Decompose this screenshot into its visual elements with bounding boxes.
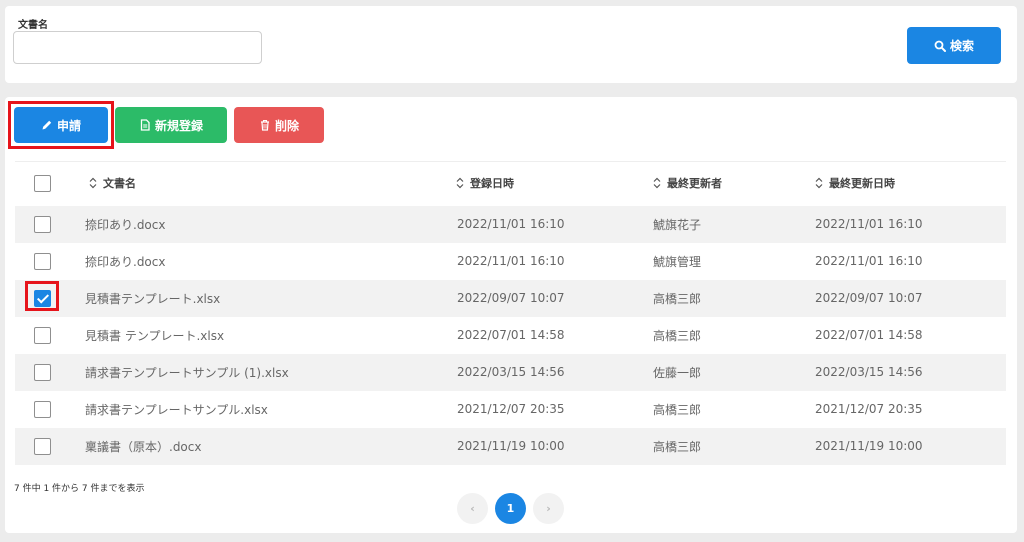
row-checkbox[interactable] (34, 326, 51, 344)
header-last-updated[interactable]: 最終更新日時 (815, 161, 1006, 206)
cell-registered: 2022/03/15 14:56 (456, 353, 653, 391)
row-checkbox[interactable] (34, 400, 51, 418)
row-checkbox[interactable] (34, 363, 51, 381)
cell-last-user: 高橋三郎 (653, 316, 815, 354)
table-row[interactable]: 請求書テンプレートサンプル.xlsx 2021/12/07 20:35 高橋三郎… (15, 390, 1006, 428)
cell-last-updated: 2022/11/01 16:10 (815, 205, 1006, 243)
cell-registered: 2022/07/01 14:58 (456, 316, 653, 354)
document-table: 文書名 登録日時 最終更新者 最終更新日時 捺印あり.docx 2022/11/… (15, 161, 1006, 465)
header-last-user[interactable]: 最終更新者 (653, 161, 815, 206)
cell-name[interactable]: 請求書テンプレートサンプル (1).xlsx (70, 353, 456, 391)
table-row[interactable]: 請求書テンプレートサンプル (1).xlsx 2022/03/15 14:56 … (15, 353, 1006, 391)
cell-name[interactable]: 請求書テンプレートサンプル.xlsx (70, 390, 456, 428)
next-page-button[interactable]: › (533, 493, 564, 524)
row-checkbox[interactable] (34, 437, 51, 455)
cell-name[interactable]: 見積書テンプレート.xlsx (70, 279, 456, 317)
pagination: ‹ 1 › (457, 493, 564, 524)
cell-registered: 2022/11/01 16:10 (456, 205, 653, 243)
pencil-icon (41, 119, 53, 131)
new-button-label: 新規登録 (154, 118, 203, 133)
cell-name[interactable]: 稟議書（原本）.docx (70, 427, 456, 465)
cell-last-user: 高橋三郎 (653, 427, 815, 465)
document-name-input[interactable] (13, 31, 262, 64)
result-summary: 7 件中 1 件から 7 件までを表示 (14, 484, 145, 494)
row-checkbox[interactable] (34, 289, 51, 307)
cell-last-updated: 2022/07/01 14:58 (815, 316, 1006, 354)
cell-last-user: 高橋三郎 (653, 390, 815, 428)
header-checkbox-cell (15, 161, 70, 206)
document-icon (139, 119, 151, 131)
table-row[interactable]: 稟議書（原本）.docx 2021/11/19 10:00 高橋三郎 2021/… (15, 427, 1006, 465)
cell-last-user: 高橋三郎 (653, 279, 815, 317)
table-header-row: 文書名 登録日時 最終更新者 最終更新日時 (15, 161, 1006, 206)
cell-last-user: 佐藤一郎 (653, 353, 815, 391)
header-last-user-label: 最終更新者 (667, 177, 722, 191)
page-1-button[interactable]: 1 (495, 493, 526, 524)
table-row[interactable]: 見積書 テンプレート.xlsx 2022/07/01 14:58 高橋三郎 20… (15, 316, 1006, 354)
search-button-label: 検索 (949, 39, 974, 53)
header-last-updated-label: 最終更新日時 (829, 177, 895, 191)
delete-button-label: 削除 (274, 118, 299, 133)
cell-name[interactable]: 捺印あり.docx (70, 205, 456, 243)
cell-last-updated: 2022/11/01 16:10 (815, 242, 1006, 280)
document-name-label: 文書名 (18, 20, 48, 31)
new-registration-button[interactable]: 新規登録 (115, 107, 227, 143)
table-row[interactable]: 捺印あり.docx 2022/11/01 16:10 鯱旗花子 2022/11/… (15, 205, 1006, 243)
cell-last-updated: 2021/12/07 20:35 (815, 390, 1006, 428)
sort-icon (89, 177, 97, 189)
sort-icon (653, 177, 661, 189)
search-button[interactable]: 検索 (907, 27, 1001, 64)
header-registered-label: 登録日時 (470, 177, 514, 191)
sort-icon (456, 177, 464, 189)
table-row[interactable]: 捺印あり.docx 2022/11/01 16:10 鯱旗管理 2022/11/… (15, 242, 1006, 280)
header-registered[interactable]: 登録日時 (456, 161, 653, 206)
delete-button[interactable]: 削除 (234, 107, 324, 143)
cell-last-user: 鯱旗管理 (653, 242, 815, 280)
row-checkbox[interactable] (34, 252, 51, 270)
cell-name[interactable]: 見積書 テンプレート.xlsx (70, 316, 456, 354)
header-name-label: 文書名 (103, 177, 136, 191)
sort-icon (815, 177, 823, 189)
select-all-checkbox[interactable] (34, 175, 51, 193)
cell-registered: 2022/09/07 10:07 (456, 279, 653, 317)
document-list-panel: 申請 新規登録 削除 文書名 登録日時 最終更新者 最終更新日時 捺印あり.do… (5, 97, 1017, 533)
cell-last-updated: 2021/11/19 10:00 (815, 427, 1006, 465)
cell-last-updated: 2022/09/07 10:07 (815, 279, 1006, 317)
search-icon (934, 40, 946, 52)
header-name[interactable]: 文書名 (70, 161, 456, 206)
cell-registered: 2021/12/07 20:35 (456, 390, 653, 428)
cell-registered: 2022/11/01 16:10 (456, 242, 653, 280)
cell-last-updated: 2022/03/15 14:56 (815, 353, 1006, 391)
trash-icon (259, 119, 271, 131)
apply-button-label: 申請 (56, 118, 81, 133)
search-panel: 文書名 検索 (5, 6, 1017, 83)
table-row[interactable]: 見積書テンプレート.xlsx 2022/09/07 10:07 高橋三郎 202… (15, 279, 1006, 317)
cell-last-user: 鯱旗花子 (653, 205, 815, 243)
row-checkbox[interactable] (34, 215, 51, 233)
cell-name[interactable]: 捺印あり.docx (70, 242, 456, 280)
prev-page-button[interactable]: ‹ (457, 493, 488, 524)
apply-button[interactable]: 申請 (14, 107, 108, 143)
cell-registered: 2021/11/19 10:00 (456, 427, 653, 465)
